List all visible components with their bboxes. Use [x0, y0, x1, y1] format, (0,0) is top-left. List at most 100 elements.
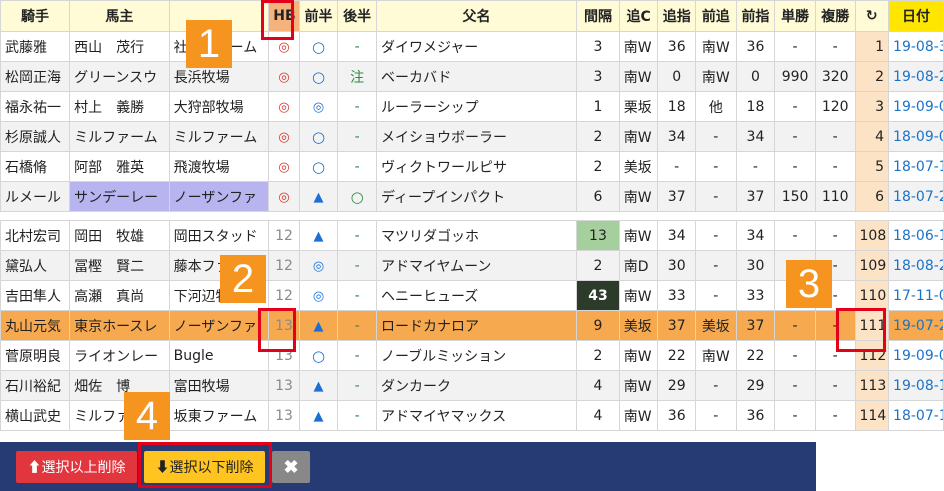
win-odds-cell: -: [774, 151, 816, 182]
owner-cell: ライオンレー: [69, 340, 170, 371]
count-cell: 108: [854, 220, 890, 251]
train-course-cell: 南W: [618, 121, 659, 152]
table-row[interactable]: 北村宏司 岡田 牧雄 岡田スタッド 12 ▲ - マツリダゴッホ 13 南W 34-34- -108…: [0, 220, 944, 251]
mark-symbol: ◎: [312, 258, 325, 274]
farm-cell: 飛渡牧場: [168, 151, 270, 182]
mark-symbol: ◎: [278, 69, 290, 85]
table-row[interactable]: 福永祐一 村上 義勝 大狩部牧場 ◎ ◎ - ルーラーシップ 1 栗坂 18 他 18-120 3 19-…: [0, 91, 944, 122]
farm-cell: ノーザンファ: [168, 181, 270, 212]
kouhan-cell: -: [337, 400, 377, 431]
sire-cell: ベーカバド: [375, 61, 578, 92]
owner-cell: 阿部 雅英: [69, 151, 170, 182]
train-course-cell: 南W: [618, 181, 659, 212]
interval-cell: 6: [576, 181, 620, 212]
date-cell: 18-06-16: [888, 220, 944, 251]
table-row[interactable]: ルメール サンデーレー ノーザンファ ◎ ▲ ○ ディープインパクト 6 南W 37-37 150 1…: [0, 181, 944, 212]
table-row[interactable]: 杉原誠人 ミルファーム ミルファーム ◎ ○ - メイショウボーラー 2 南W 34-34- -4 1…: [0, 121, 944, 152]
header-sire: 父名: [375, 0, 578, 32]
table-row[interactable]: 武藤雅西山 茂行社台ファーム◎○-ダイワメジャー3南W36南W36--119-0…: [0, 31, 944, 62]
prev-index-cell: 0: [735, 61, 776, 92]
step-badge-2: 2: [220, 255, 266, 303]
delete-above-button[interactable]: ⬆選択以上削除: [16, 451, 137, 483]
zenhan-cell: ▲: [298, 220, 339, 251]
interval-cell: 4: [576, 370, 620, 401]
count-cell-highlight: [836, 308, 886, 352]
kouhan-cell: -: [337, 370, 377, 401]
farm-cell: ミルファーム: [168, 121, 270, 152]
header-refresh-icon[interactable]: ↻: [854, 0, 890, 32]
place-odds-cell: -: [814, 400, 856, 431]
jockey-cell: 吉田隼人: [0, 280, 71, 311]
win-odds-cell: -: [774, 121, 816, 152]
count-cell: 114: [854, 400, 890, 431]
prev-train-cell: -: [695, 220, 737, 251]
table-row[interactable]: 菅原明良 ライオンレー Bugle 13 ○ - ノーブルミッション 2 南W 22 南W 22- -1…: [0, 340, 944, 371]
header-date: 日付: [888, 0, 944, 32]
owner-cell: 冨樫 賢二: [69, 250, 170, 281]
train-index-cell: 30: [657, 250, 696, 281]
kouhan-cell: -: [337, 121, 377, 152]
sire-cell: アドマイヤマックス: [375, 400, 578, 431]
sire-cell: ヴィクトワールピサ: [375, 151, 578, 182]
owner-cell: 岡田 牧雄: [69, 220, 170, 251]
date-cell: 19-07-21: [888, 310, 944, 341]
hb-cell: ◎: [268, 151, 300, 182]
owner-cell: グリーンスウ: [69, 61, 170, 92]
header-prev-train: 前追: [695, 0, 737, 32]
count-cell: 6: [854, 181, 890, 212]
place-odds-cell: -: [814, 121, 856, 152]
jockey-cell: 石川裕紀: [0, 370, 71, 401]
farm-cell: 岡田スタッド: [168, 220, 270, 251]
zenhan-cell: ○: [298, 340, 339, 371]
header-owner: 馬主: [69, 0, 170, 32]
header-interval: 間隔: [576, 0, 620, 32]
group-separator: [0, 211, 944, 221]
hb-cell: 13: [268, 400, 300, 431]
kouhan-cell: -: [337, 340, 377, 371]
sire-cell: ロードカナロア: [375, 310, 578, 341]
train-course-cell: 南W: [618, 220, 659, 251]
action-footer: ⬆選択以上削除 ⬇選択以下削除 ✖: [0, 442, 816, 491]
train-course-cell: 南W: [618, 400, 659, 431]
table-row[interactable]: 松岡正海 グリーンスウ 長浜牧場 ◎ ○ 注ベーカバド 3 南W 0 南W 0 990 320 2 19-0…: [0, 61, 944, 92]
header-row: 騎手 馬主 HB 前半 後半 父名 間隔 追C 追指 前追 前指 単勝 複勝 ↻ 日付: [0, 0, 944, 32]
mark-symbol: ○: [311, 346, 326, 365]
close-button[interactable]: ✖: [272, 451, 310, 483]
win-odds-cell: -: [774, 340, 816, 371]
train-course-cell: 南W: [618, 61, 659, 92]
mark-symbol: ○: [311, 37, 326, 56]
mark-symbol: -: [354, 407, 360, 424]
train-course-cell: 栗坂: [618, 91, 659, 122]
prev-index-cell: 18: [735, 91, 776, 122]
mark-symbol: ◎: [312, 99, 325, 115]
mark-symbol: -: [354, 377, 360, 394]
table-row[interactable]: 丸山元気 東京ホースレ ノーザンファ 13 ▲ - ロードカナロア 9 美坂 37 美坂 37- -11…: [0, 310, 944, 341]
train-course-cell: 美坂: [618, 310, 659, 341]
count-cell: 113: [854, 370, 890, 401]
kouhan-cell: -: [337, 250, 377, 281]
table-row[interactable]: 石橋脩阿部 雅英飛渡牧場◎○-ヴィクトワールピサ2美坂-----518-07-1…: [0, 151, 944, 182]
prev-index-cell: 34: [735, 121, 776, 152]
date-cell: 19-08-10: [888, 370, 944, 401]
count-cell: 3: [854, 91, 890, 122]
prev-index-cell: 34: [735, 220, 776, 251]
train-index-cell: 36: [657, 400, 696, 431]
mark-symbol: ▲: [313, 408, 324, 424]
interval-cell: 2: [576, 250, 620, 281]
interval-cell: 2: [576, 340, 620, 371]
sire-cell: メイショウボーラー: [375, 121, 578, 152]
place-odds-cell: 120: [814, 91, 856, 122]
step-badge-1: 1: [186, 20, 232, 68]
mark-symbol: ○: [311, 157, 326, 176]
sire-cell: ダンカーク: [375, 370, 578, 401]
prev-train-cell: -: [695, 400, 737, 431]
train-index-cell: 22: [657, 340, 696, 371]
mark-symbol: -: [354, 287, 360, 304]
prev-train-cell: 南W: [695, 31, 737, 62]
farm-cell: 大狩部牧場: [168, 91, 270, 122]
hb-cell: ◎: [268, 61, 300, 92]
count-cell: 1: [854, 31, 890, 62]
jockey-cell: 福永祐一: [0, 91, 71, 122]
mark-symbol: -: [354, 38, 360, 55]
jockey-cell: 杉原誠人: [0, 121, 71, 152]
